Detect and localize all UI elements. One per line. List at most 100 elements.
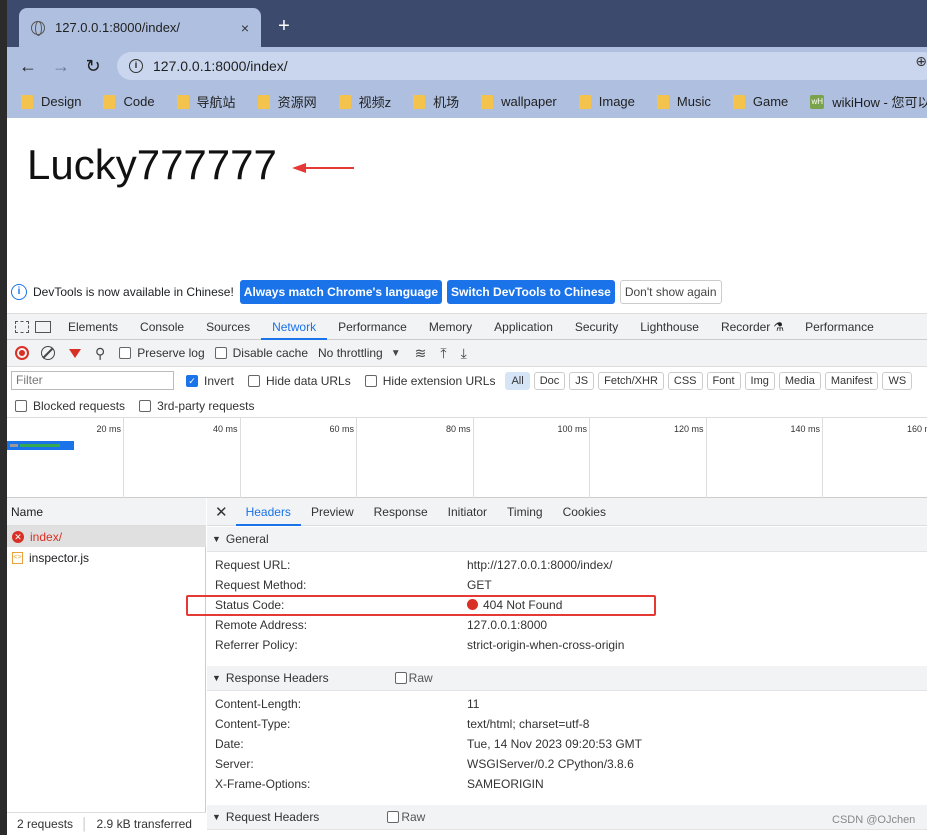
- filter-funnel-icon[interactable]: [69, 348, 81, 358]
- header-key: Remote Address:: [215, 618, 308, 632]
- bookmark-3[interactable]: 资源网: [257, 92, 317, 111]
- tab-memory[interactable]: Memory: [418, 314, 483, 340]
- header-value-text: http://127.0.0.1:8000/index/: [467, 558, 613, 572]
- tab-application[interactable]: Application: [483, 314, 564, 340]
- blocked-requests-checkbox[interactable]: [15, 399, 27, 412]
- filter-input[interactable]: Filter: [11, 371, 174, 390]
- header-value-text: SAMEORIGIN: [467, 777, 544, 791]
- tab-elements[interactable]: Elements: [57, 314, 129, 340]
- record-icon[interactable]: [15, 346, 29, 360]
- throttling-select[interactable]: No throttling: [318, 346, 383, 360]
- tab-timing[interactable]: Timing: [497, 498, 553, 526]
- filter-chip-img[interactable]: Img: [744, 371, 775, 390]
- bookmark-4[interactable]: 视频z: [338, 92, 391, 111]
- import-har-icon[interactable]: ⤒: [440, 345, 446, 362]
- resource-type-filters: All Doc JS Fetch/XHR CSS Font Img Media Manifest…: [505, 371, 916, 390]
- third-party-requests-checkbox[interactable]: [139, 399, 152, 412]
- tab-preview[interactable]: Preview: [301, 498, 364, 526]
- always-match-language-button[interactable]: Always match Chrome's language: [239, 279, 443, 304]
- filter-chip-media[interactable]: Media: [778, 371, 821, 390]
- bookmark-1[interactable]: Code: [103, 94, 155, 109]
- filter-chip-fetch-xhr[interactable]: Fetch/XHR: [598, 371, 664, 390]
- inspect-element-icon[interactable]: [15, 320, 29, 333]
- hide-extension-urls-checkbox[interactable]: [364, 374, 377, 387]
- tab-response[interactable]: Response: [364, 498, 438, 526]
- general-section-header[interactable]: ▼ General: [207, 527, 927, 552]
- header-key: Request URL:: [215, 558, 291, 572]
- tab-security[interactable]: Security: [564, 314, 629, 340]
- dont-show-again-button[interactable]: Don't show again: [619, 279, 722, 304]
- filter-chip-css[interactable]: CSS: [667, 371, 703, 390]
- name-column-header[interactable]: Name: [7, 498, 206, 526]
- tab-lighthouse[interactable]: Lighthouse: [629, 314, 710, 340]
- tab-headers[interactable]: Headers: [235, 498, 301, 526]
- header-key: Request Method:: [215, 578, 307, 592]
- network-conditions-icon[interactable]: ≋: [415, 345, 427, 362]
- bookmark-6[interactable]: wallpaper: [481, 94, 557, 109]
- tab-recorder[interactable]: Recorder: [710, 314, 781, 340]
- request-row[interactable]: ✕ index/: [7, 526, 206, 547]
- clear-icon[interactable]: [41, 346, 55, 360]
- zoom-icon[interactable]: ⊕: [915, 53, 927, 70]
- reload-icon[interactable]: ↻: [79, 52, 107, 80]
- tab-performance[interactable]: Performance: [327, 314, 418, 340]
- request-headers-section-header[interactable]: ▼ Request Headers Raw: [207, 805, 927, 830]
- back-arrow-icon[interactable]: ←: [14, 52, 42, 80]
- filter-chip-doc[interactable]: Doc: [533, 371, 566, 390]
- address-bar[interactable]: i 127.0.0.1:8000/index/: [117, 52, 927, 80]
- filter-chip-manifest[interactable]: Manifest: [824, 371, 879, 390]
- tab-close-icon[interactable]: ×: [241, 20, 249, 36]
- header-key: Content-Length:: [215, 697, 302, 711]
- device-toolbar-icon[interactable]: [35, 320, 51, 333]
- tab-console[interactable]: Console: [129, 314, 195, 340]
- tab-title: 127.0.0.1:8000/index/: [55, 20, 181, 35]
- hide-data-urls-checkbox[interactable]: [248, 374, 261, 387]
- bookmark-10[interactable]: wH wikiHow - 您可以...: [810, 92, 927, 111]
- site-info-icon[interactable]: i: [129, 59, 143, 73]
- bookmark-9[interactable]: Game: [732, 94, 788, 109]
- browser-tab[interactable]: 127.0.0.1:8000/index/ ×: [19, 8, 261, 47]
- bookmark-7[interactable]: Image: [578, 94, 635, 109]
- disable-cache-checkbox[interactable]: [214, 347, 227, 359]
- search-icon[interactable]: ⚲: [95, 345, 105, 362]
- filter-chip-font[interactable]: Font: [706, 371, 741, 390]
- request-row[interactable]: <> inspector.js: [7, 547, 206, 568]
- tab-performance[interactable]: Performance: [794, 314, 885, 340]
- raw-label: Raw: [401, 810, 426, 824]
- tick-label: 100 ms: [557, 424, 587, 434]
- export-har-icon[interactable]: ⤓: [461, 345, 467, 362]
- chevron-down-icon[interactable]: ▼: [391, 348, 401, 359]
- filter-chip-ws[interactable]: WS: [882, 371, 913, 390]
- new-tab-button[interactable]: +: [272, 14, 296, 38]
- preserve-log-checkbox[interactable]: [119, 347, 132, 359]
- raw-checkbox[interactable]: [387, 811, 400, 823]
- bookmark-5[interactable]: 机场: [413, 92, 459, 111]
- header-row: X-Frame-Options: SAMEORIGIN: [215, 774, 915, 794]
- bookmark-label: 导航站: [196, 95, 236, 110]
- switch-to-chinese-button[interactable]: Switch DevTools to Chinese: [447, 279, 615, 304]
- invert-checkbox[interactable]: ✓: [186, 374, 198, 387]
- header-row: Date: Tue, 14 Nov 2023 09:20:53 GMT: [215, 734, 915, 754]
- tab-sources[interactable]: Sources: [195, 314, 261, 340]
- header-value: GET: [467, 575, 492, 595]
- bookmark-0[interactable]: Design: [21, 94, 81, 109]
- header-key: Content-Type:: [215, 717, 291, 731]
- filter-chip-all[interactable]: All: [505, 371, 530, 390]
- bookmark-8[interactable]: Music: [656, 94, 711, 109]
- response-headers-section-header[interactable]: ▼ Response Headers Raw: [207, 666, 927, 691]
- timeline-tick: 140 ms: [790, 418, 823, 498]
- header-value: Tue, 14 Nov 2023 09:20:53 GMT: [467, 734, 642, 754]
- raw-checkbox[interactable]: [394, 672, 407, 684]
- header-value-text: 127.0.0.1:8000: [467, 618, 548, 632]
- network-timeline[interactable]: 20 ms 40 ms 60 ms 80 ms 100 ms 120 ms 140 ms 16…: [7, 418, 927, 498]
- close-details-icon[interactable]: ✕: [215, 503, 228, 521]
- wikihow-icon: wH: [810, 94, 825, 109]
- bookmark-2[interactable]: 导航站: [176, 92, 236, 111]
- tab-initiator[interactable]: Initiator: [438, 498, 497, 526]
- bookmark-label: Music: [676, 94, 711, 109]
- forward-arrow-icon[interactable]: →: [47, 52, 75, 80]
- tab-network[interactable]: Network: [261, 314, 328, 340]
- tab-cookies[interactable]: Cookies: [553, 498, 616, 526]
- filter-chip-js[interactable]: JS: [569, 371, 595, 390]
- header-value: 127.0.0.1:8000: [467, 615, 547, 635]
